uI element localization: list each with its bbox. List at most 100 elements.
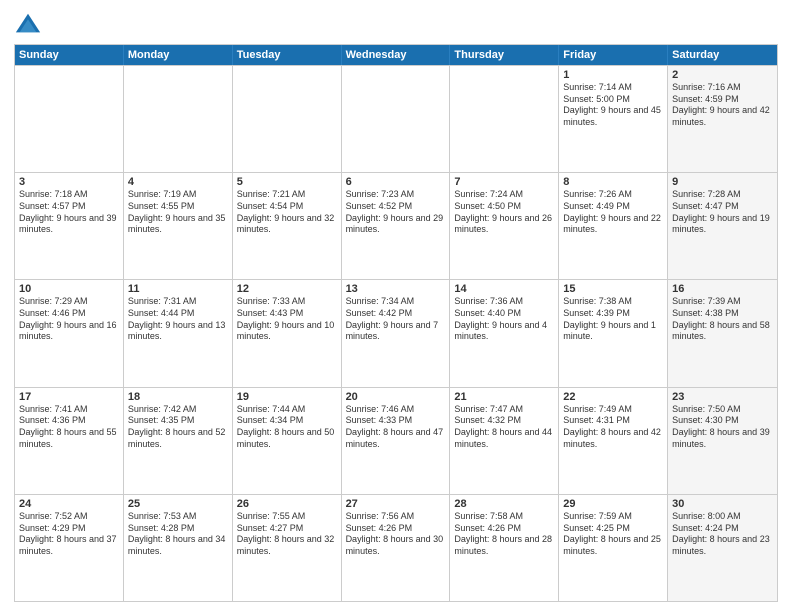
day-number: 1 [563, 69, 663, 81]
calendar-cell: 7Sunrise: 7:24 AM Sunset: 4:50 PM Daylig… [450, 173, 559, 279]
day-number: 14 [454, 283, 554, 295]
day-number: 17 [19, 391, 119, 403]
logo-icon [14, 10, 42, 38]
weekday-header: Wednesday [342, 45, 451, 65]
calendar-row: 17Sunrise: 7:41 AM Sunset: 4:36 PM Dayli… [15, 387, 777, 494]
calendar-row: 3Sunrise: 7:18 AM Sunset: 4:57 PM Daylig… [15, 172, 777, 279]
calendar-cell: 4Sunrise: 7:19 AM Sunset: 4:55 PM Daylig… [124, 173, 233, 279]
cell-info: Sunrise: 7:55 AM Sunset: 4:27 PM Dayligh… [237, 511, 337, 558]
cell-info: Sunrise: 7:28 AM Sunset: 4:47 PM Dayligh… [672, 189, 773, 236]
calendar-cell: 19Sunrise: 7:44 AM Sunset: 4:34 PM Dayli… [233, 388, 342, 494]
day-number: 22 [563, 391, 663, 403]
calendar-cell: 12Sunrise: 7:33 AM Sunset: 4:43 PM Dayli… [233, 280, 342, 386]
cell-info: Sunrise: 7:52 AM Sunset: 4:29 PM Dayligh… [19, 511, 119, 558]
day-number: 8 [563, 176, 663, 188]
calendar-cell [15, 66, 124, 172]
cell-info: Sunrise: 7:23 AM Sunset: 4:52 PM Dayligh… [346, 189, 446, 236]
day-number: 19 [237, 391, 337, 403]
calendar-cell: 1Sunrise: 7:14 AM Sunset: 5:00 PM Daylig… [559, 66, 668, 172]
calendar-cell: 20Sunrise: 7:46 AM Sunset: 4:33 PM Dayli… [342, 388, 451, 494]
calendar-cell: 26Sunrise: 7:55 AM Sunset: 4:27 PM Dayli… [233, 495, 342, 601]
cell-info: Sunrise: 7:49 AM Sunset: 4:31 PM Dayligh… [563, 404, 663, 451]
calendar-cell: 18Sunrise: 7:42 AM Sunset: 4:35 PM Dayli… [124, 388, 233, 494]
day-number: 7 [454, 176, 554, 188]
calendar-cell: 16Sunrise: 7:39 AM Sunset: 4:38 PM Dayli… [668, 280, 777, 386]
day-number: 3 [19, 176, 119, 188]
calendar-cell: 14Sunrise: 7:36 AM Sunset: 4:40 PM Dayli… [450, 280, 559, 386]
cell-info: Sunrise: 7:41 AM Sunset: 4:36 PM Dayligh… [19, 404, 119, 451]
day-number: 30 [672, 498, 773, 510]
calendar-cell: 6Sunrise: 7:23 AM Sunset: 4:52 PM Daylig… [342, 173, 451, 279]
weekday-header: Friday [559, 45, 668, 65]
cell-info: Sunrise: 7:46 AM Sunset: 4:33 PM Dayligh… [346, 404, 446, 451]
calendar-cell: 9Sunrise: 7:28 AM Sunset: 4:47 PM Daylig… [668, 173, 777, 279]
cell-info: Sunrise: 7:47 AM Sunset: 4:32 PM Dayligh… [454, 404, 554, 451]
cell-info: Sunrise: 7:39 AM Sunset: 4:38 PM Dayligh… [672, 296, 773, 343]
cell-info: Sunrise: 7:21 AM Sunset: 4:54 PM Dayligh… [237, 189, 337, 236]
calendar-cell: 27Sunrise: 7:56 AM Sunset: 4:26 PM Dayli… [342, 495, 451, 601]
calendar-cell: 8Sunrise: 7:26 AM Sunset: 4:49 PM Daylig… [559, 173, 668, 279]
calendar-cell: 5Sunrise: 7:21 AM Sunset: 4:54 PM Daylig… [233, 173, 342, 279]
cell-info: Sunrise: 8:00 AM Sunset: 4:24 PM Dayligh… [672, 511, 773, 558]
page: SundayMondayTuesdayWednesdayThursdayFrid… [0, 0, 792, 612]
cell-info: Sunrise: 7:24 AM Sunset: 4:50 PM Dayligh… [454, 189, 554, 236]
calendar-cell: 21Sunrise: 7:47 AM Sunset: 4:32 PM Dayli… [450, 388, 559, 494]
cell-info: Sunrise: 7:50 AM Sunset: 4:30 PM Dayligh… [672, 404, 773, 451]
day-number: 21 [454, 391, 554, 403]
day-number: 28 [454, 498, 554, 510]
day-number: 13 [346, 283, 446, 295]
calendar-cell [450, 66, 559, 172]
logo [14, 10, 46, 38]
calendar-row: 24Sunrise: 7:52 AM Sunset: 4:29 PM Dayli… [15, 494, 777, 601]
calendar-cell: 11Sunrise: 7:31 AM Sunset: 4:44 PM Dayli… [124, 280, 233, 386]
header [14, 10, 778, 38]
calendar-cell: 15Sunrise: 7:38 AM Sunset: 4:39 PM Dayli… [559, 280, 668, 386]
calendar-cell: 17Sunrise: 7:41 AM Sunset: 4:36 PM Dayli… [15, 388, 124, 494]
day-number: 24 [19, 498, 119, 510]
calendar-cell [233, 66, 342, 172]
weekday-header: Tuesday [233, 45, 342, 65]
calendar-cell: 29Sunrise: 7:59 AM Sunset: 4:25 PM Dayli… [559, 495, 668, 601]
cell-info: Sunrise: 7:18 AM Sunset: 4:57 PM Dayligh… [19, 189, 119, 236]
day-number: 26 [237, 498, 337, 510]
day-number: 12 [237, 283, 337, 295]
weekday-header: Thursday [450, 45, 559, 65]
calendar-row: 10Sunrise: 7:29 AM Sunset: 4:46 PM Dayli… [15, 279, 777, 386]
day-number: 18 [128, 391, 228, 403]
day-number: 15 [563, 283, 663, 295]
calendar-cell: 22Sunrise: 7:49 AM Sunset: 4:31 PM Dayli… [559, 388, 668, 494]
cell-info: Sunrise: 7:36 AM Sunset: 4:40 PM Dayligh… [454, 296, 554, 343]
cell-info: Sunrise: 7:56 AM Sunset: 4:26 PM Dayligh… [346, 511, 446, 558]
day-number: 10 [19, 283, 119, 295]
day-number: 11 [128, 283, 228, 295]
cell-info: Sunrise: 7:53 AM Sunset: 4:28 PM Dayligh… [128, 511, 228, 558]
calendar-cell: 3Sunrise: 7:18 AM Sunset: 4:57 PM Daylig… [15, 173, 124, 279]
weekday-header: Saturday [668, 45, 777, 65]
calendar-cell: 23Sunrise: 7:50 AM Sunset: 4:30 PM Dayli… [668, 388, 777, 494]
day-number: 6 [346, 176, 446, 188]
cell-info: Sunrise: 7:26 AM Sunset: 4:49 PM Dayligh… [563, 189, 663, 236]
cell-info: Sunrise: 7:44 AM Sunset: 4:34 PM Dayligh… [237, 404, 337, 451]
day-number: 5 [237, 176, 337, 188]
calendar-cell: 30Sunrise: 8:00 AM Sunset: 4:24 PM Dayli… [668, 495, 777, 601]
day-number: 25 [128, 498, 228, 510]
weekday-header: Monday [124, 45, 233, 65]
day-number: 4 [128, 176, 228, 188]
calendar-cell [342, 66, 451, 172]
calendar-cell: 24Sunrise: 7:52 AM Sunset: 4:29 PM Dayli… [15, 495, 124, 601]
day-number: 23 [672, 391, 773, 403]
calendar: SundayMondayTuesdayWednesdayThursdayFrid… [14, 44, 778, 602]
calendar-cell: 25Sunrise: 7:53 AM Sunset: 4:28 PM Dayli… [124, 495, 233, 601]
calendar-cell: 28Sunrise: 7:58 AM Sunset: 4:26 PM Dayli… [450, 495, 559, 601]
cell-info: Sunrise: 7:19 AM Sunset: 4:55 PM Dayligh… [128, 189, 228, 236]
cell-info: Sunrise: 7:59 AM Sunset: 4:25 PM Dayligh… [563, 511, 663, 558]
cell-info: Sunrise: 7:31 AM Sunset: 4:44 PM Dayligh… [128, 296, 228, 343]
cell-info: Sunrise: 7:58 AM Sunset: 4:26 PM Dayligh… [454, 511, 554, 558]
cell-info: Sunrise: 7:29 AM Sunset: 4:46 PM Dayligh… [19, 296, 119, 343]
calendar-row: 1Sunrise: 7:14 AM Sunset: 5:00 PM Daylig… [15, 65, 777, 172]
day-number: 9 [672, 176, 773, 188]
day-number: 2 [672, 69, 773, 81]
cell-info: Sunrise: 7:14 AM Sunset: 5:00 PM Dayligh… [563, 82, 663, 129]
calendar-cell [124, 66, 233, 172]
day-number: 20 [346, 391, 446, 403]
